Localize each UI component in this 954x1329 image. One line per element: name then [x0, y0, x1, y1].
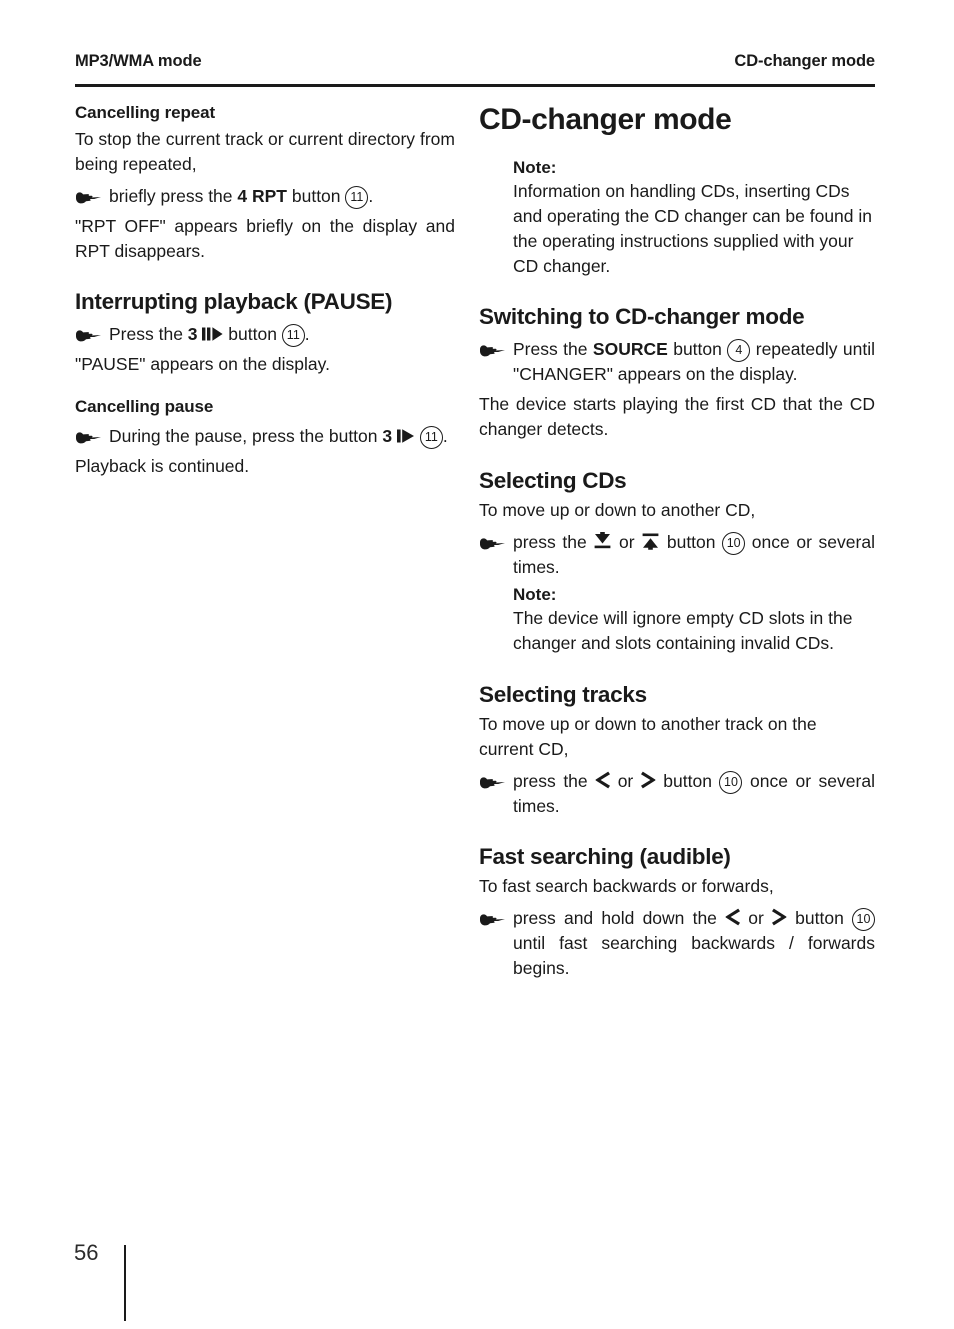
step-text-pre: Press the [513, 339, 593, 360]
note-cd-handling: Note: Information on handling CDs, inser… [513, 158, 875, 278]
note-label: Note: [513, 158, 557, 177]
play-icon [396, 428, 415, 444]
heading-selecting-cds: Selecting CDs [479, 467, 627, 493]
section-interrupting-playback: Interrupting playback (PAUSE) Press the … [75, 289, 455, 377]
pointing-hand-icon [75, 184, 109, 209]
cancelling-pause-outro: Playback is continued. [75, 456, 250, 477]
note-body: Information on handling CDs, inserting C… [513, 181, 873, 276]
button-label-4-rpt: 4 RPT [237, 185, 287, 206]
button-label-source: SOURCE [592, 339, 668, 360]
pointing-hand-icon [75, 322, 109, 347]
pointing-hand-icon [479, 769, 513, 819]
step-interrupting-playback-text: Press the 3 button 11. [109, 322, 455, 348]
pointing-hand-icon [479, 906, 513, 981]
left-column: Cancelling repeat To stop the current tr… [75, 103, 455, 986]
cd-up-icon [641, 532, 660, 550]
step-text-pre: During the pause, press the button [109, 426, 383, 447]
note-body: The device will ignore empty CD slots in… [513, 608, 853, 654]
step-text-mid: button [655, 770, 720, 791]
page-number: 56 [74, 1240, 99, 1265]
step-switching-to-cd-changer: Press the SOURCE button 4 repeatedly unt… [479, 337, 875, 387]
section-cancelling-pause: Cancelling pause During the pause, press… [75, 397, 455, 479]
page-header: MP3/WMA mode CD-changer mode [75, 52, 875, 71]
step-cancelling-repeat-text: briefly press the 4 RPT button 11. [109, 184, 455, 209]
step-text-mid: button [787, 908, 852, 929]
switching-outro: The device starts playing the first CD t… [479, 394, 875, 439]
button-label-3: 3 [187, 324, 198, 345]
step-selecting-cds-text: press the or button 10 once or several t… [513, 530, 875, 580]
selecting-tracks-intro: To move up or down to another track on t… [479, 713, 817, 759]
section-selecting-cds: Selecting CDs To move up or down to anot… [479, 468, 875, 656]
step-text-mid: button [223, 324, 282, 345]
step-interrupting-playback: Press the 3 button 11. [75, 322, 455, 348]
section-selecting-tracks: Selecting tracks To move up or down to a… [479, 682, 875, 818]
step-cancelling-pause: During the pause, press the button 3 11. [75, 424, 455, 450]
step-text-or: or [612, 531, 642, 552]
step-text-post: until fast searching backwards / forward… [513, 933, 875, 978]
heading-selecting-tracks: Selecting tracks [479, 682, 647, 708]
pause-play-icon [202, 326, 224, 342]
step-text-post: . [304, 324, 310, 345]
reference-badge-10: 10 [852, 908, 875, 932]
step-text-mid: button [667, 339, 728, 360]
header-right-title: CD-changer mode [734, 52, 875, 70]
step-text-mid: button [660, 531, 723, 552]
step-text-post: . [442, 426, 448, 447]
chevron-right-icon [640, 771, 656, 789]
step-text-or: or [610, 770, 641, 791]
step-fast-searching: press and hold down the or button 10 unt… [479, 906, 875, 981]
cancelling-repeat-intro: To stop the current track or current dir… [75, 129, 455, 174]
selecting-cds-intro: To move up or down to another CD, [479, 499, 756, 520]
step-cancelling-repeat: briefly press the 4 RPT button 11. [75, 184, 455, 209]
step-switching-text: Press the SOURCE button 4 repeatedly unt… [513, 337, 875, 387]
heading-interrupting-playback: Interrupting playback (PAUSE) [75, 289, 393, 315]
chevron-left-icon [725, 908, 741, 926]
section-cancelling-repeat: Cancelling repeat To stop the current tr… [75, 103, 455, 263]
heading-fast-searching: Fast searching (audible) [479, 844, 731, 870]
step-text-pre: Press the [109, 324, 188, 345]
step-selecting-tracks: press the or button 10 once or several t… [479, 769, 875, 819]
right-column: CD-changer mode Note: Information on han… [479, 103, 875, 986]
step-selecting-cds: press the or button 10 once or several t… [479, 530, 875, 580]
footer-vertical-rule [124, 1245, 126, 1321]
step-text-pre: press the [513, 531, 594, 552]
fast-searching-intro: To fast search backwards or forwards, [479, 876, 774, 897]
button-label-3: 3 [382, 426, 393, 447]
cancelling-repeat-outro: "RPT OFF" appears briefly on the display… [75, 215, 455, 261]
step-selecting-tracks-text: press the or button 10 once or several t… [513, 769, 875, 819]
interrupting-playback-outro: "PAUSE" appears on the display. [75, 354, 330, 375]
step-text-pre: press and hold down the [513, 908, 726, 929]
step-text-pre: briefly press the [109, 185, 238, 206]
step-fast-searching-text: press and hold down the or button 10 unt… [513, 906, 875, 981]
step-cancelling-pause-text: During the pause, press the button 3 11. [109, 424, 455, 450]
header-left-title: MP3/WMA mode [75, 52, 202, 70]
step-text-pre: press the [513, 770, 596, 791]
page-body: Cancelling repeat To stop the current tr… [75, 103, 875, 986]
step-text-mid: button [287, 185, 346, 206]
page-title: CD-changer mode [479, 103, 732, 136]
cd-down-icon [593, 531, 612, 550]
step-text-post: . [368, 185, 374, 206]
section-switching-to-cd-changer-mode: Switching to CD-changer mode Press the S… [479, 304, 875, 441]
pointing-hand-icon [75, 424, 109, 449]
chevron-left-icon [595, 771, 611, 789]
header-divider [75, 84, 875, 87]
reference-badge-10: 10 [719, 770, 743, 794]
step-text-or: or [740, 908, 772, 929]
pointing-hand-icon [479, 337, 513, 387]
heading-cancelling-pause: Cancelling pause [75, 397, 214, 417]
note-label: Note: [513, 585, 557, 605]
section-fast-searching: Fast searching (audible) To fast search … [479, 844, 875, 980]
reference-badge-11: 11 [419, 426, 443, 450]
heading-cancelling-repeat: Cancelling repeat [75, 103, 216, 122]
reference-badge-11: 11 [345, 185, 369, 209]
reference-badge-4: 4 [727, 339, 751, 363]
heading-switching-to-cd-changer-mode: Switching to CD-changer mode [479, 304, 805, 330]
reference-badge-11: 11 [281, 324, 305, 348]
pointing-hand-icon [479, 530, 513, 580]
chevron-right-icon [772, 908, 787, 926]
note-empty-cd-slots: Note: The device will ignore empty CD sl… [513, 585, 875, 656]
reference-badge-10: 10 [722, 531, 746, 555]
